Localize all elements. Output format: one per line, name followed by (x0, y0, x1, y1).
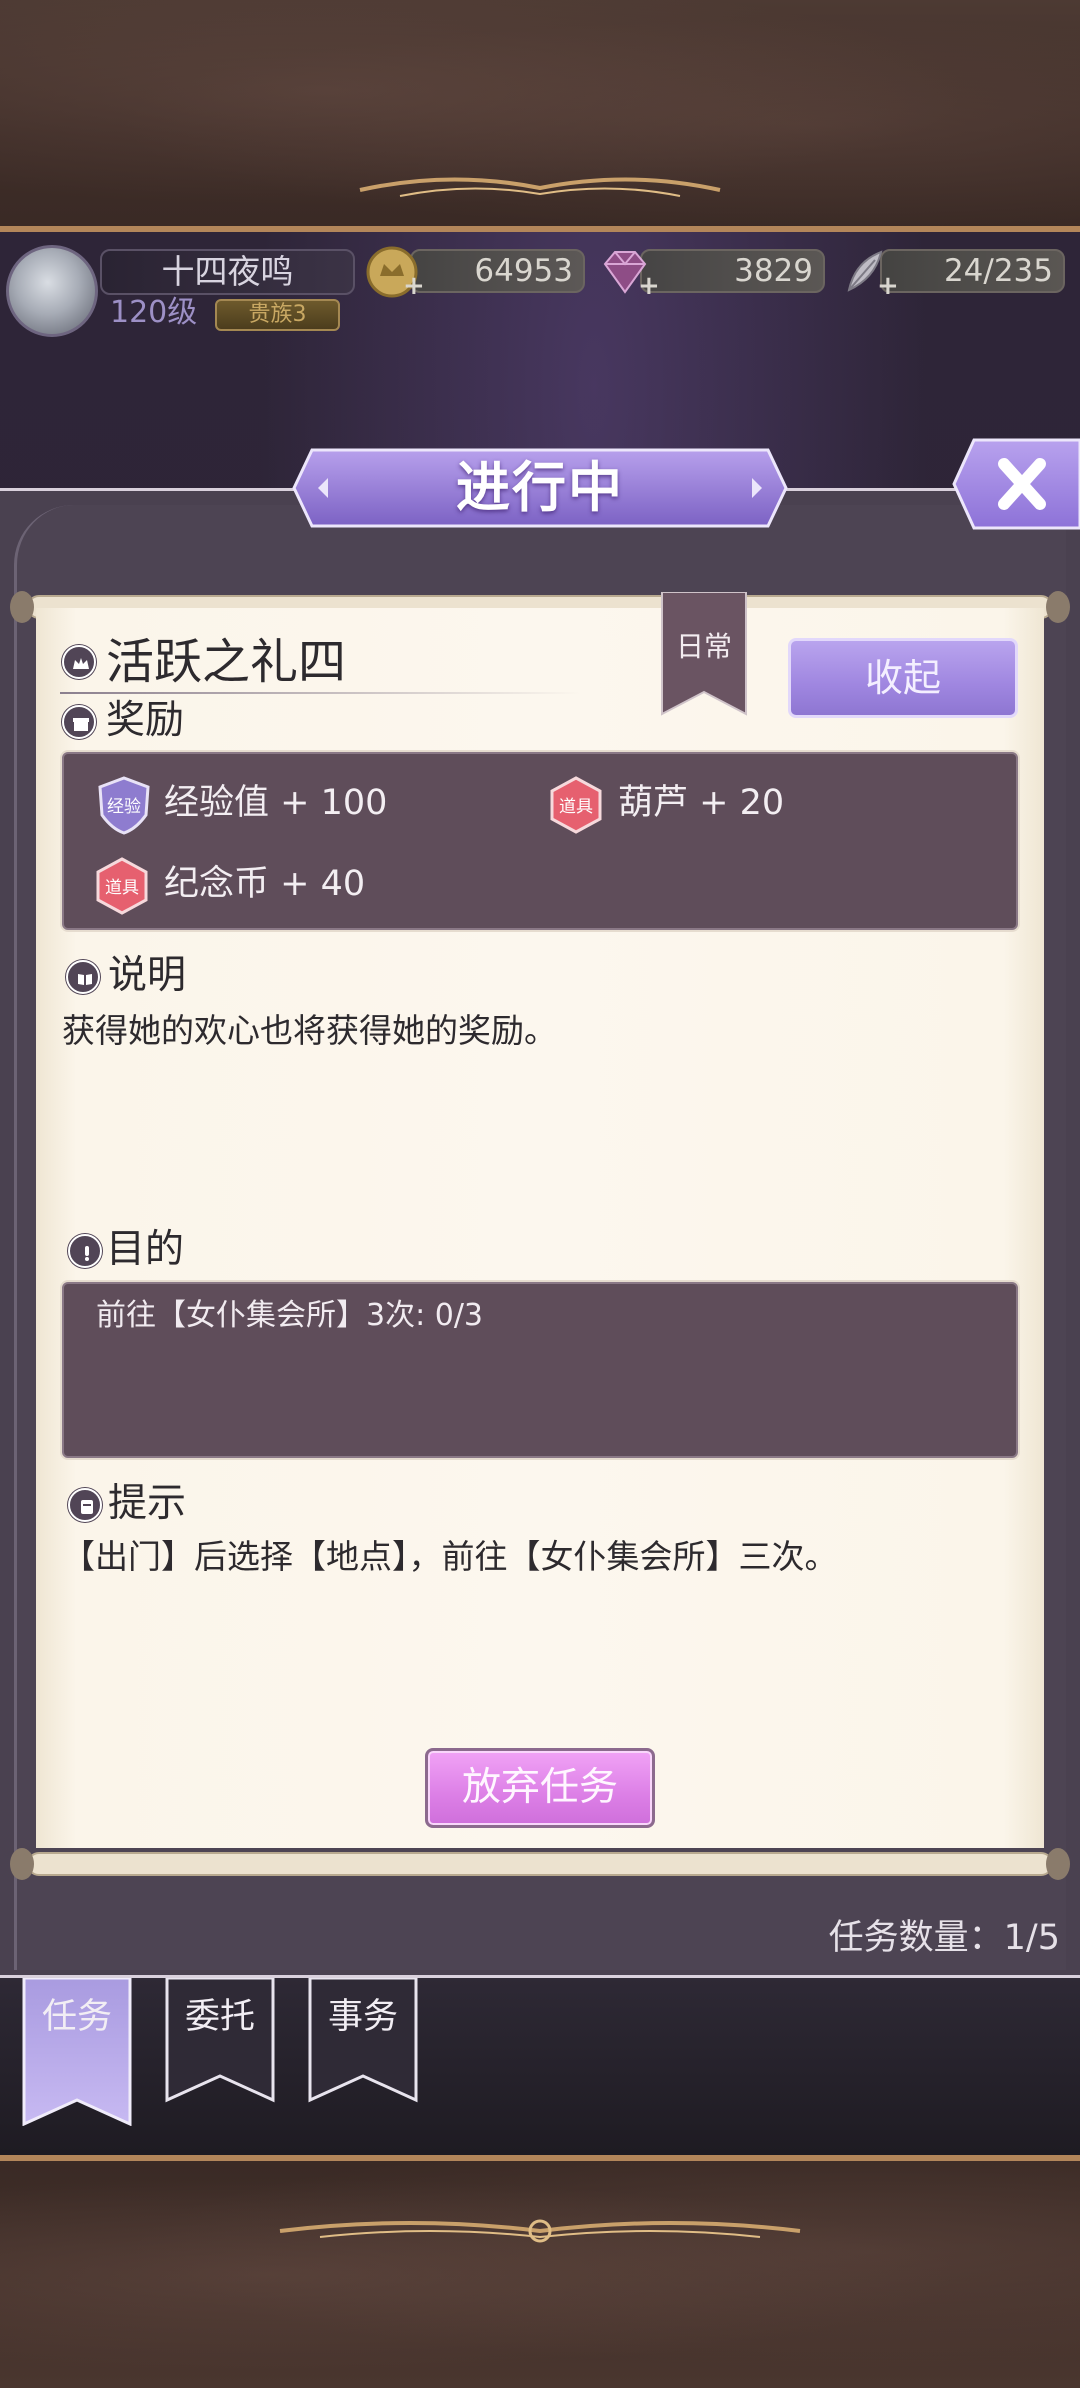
rewards-heading: 奖励 (106, 698, 185, 743)
player-avatar[interactable] (6, 245, 98, 337)
dialog-title: 进行中 (456, 456, 624, 519)
gold-counter: 64953 (410, 249, 585, 293)
quest-name: 活跃之礼四 (106, 634, 347, 690)
abandon-quest-button[interactable]: 放弃任务 (425, 1748, 655, 1828)
tab-bar (0, 1978, 1080, 2155)
top-ornate-frame (0, 0, 1080, 232)
daily-tag-label: 日常 (675, 630, 732, 663)
tab-quests-label: 任务 (41, 1997, 112, 2037)
quest-name-underline (60, 692, 580, 694)
tab-commissions-label: 委托 (184, 1997, 255, 2037)
player-name: 十四夜鸣 (100, 249, 355, 295)
svg-text:道具: 道具 (105, 878, 139, 898)
tab-affairs-label: 事务 (327, 1997, 398, 2037)
add-stamina-icon[interactable]: + (877, 271, 899, 301)
description-heading: 说明 (108, 953, 187, 998)
collapse-button[interactable]: 收起 (788, 638, 1018, 718)
exclamation-icon (68, 1234, 102, 1268)
add-gold-icon[interactable]: + (403, 271, 425, 301)
reward-exp: 经验值 + 100 (164, 783, 388, 823)
book-icon (66, 960, 100, 994)
top-ornament (359, 177, 721, 197)
item-badge-icon: 道具 (550, 776, 602, 834)
item-badge-icon: 道具 (96, 857, 148, 915)
description-text: 获得她的欢心也将获得她的奖励。 (62, 1011, 557, 1050)
note-icon (68, 1488, 102, 1522)
player-rank-badge: 贵族3 (215, 299, 340, 331)
bottom-ornate-frame (0, 2155, 1080, 2388)
stamina-counter: 24/235 (880, 249, 1065, 293)
player-level: 120级 (110, 295, 198, 330)
exp-badge-icon: 经验 (98, 776, 150, 835)
add-gem-icon[interactable]: + (638, 271, 660, 301)
hint-text: 【出门】后选择【地点】，前往【女仆集会所】三次。 (62, 1537, 838, 1576)
hint-heading: 提示 (108, 1481, 187, 1526)
scroll-bottom-rod (10, 1848, 1070, 1880)
svg-text:经验: 经验 (107, 797, 141, 817)
close-button[interactable] (952, 438, 1080, 530)
gem-counter: 3829 (640, 249, 825, 293)
objective-heading: 目的 (106, 1227, 185, 1272)
reward-gourd: 葫芦 + 20 (618, 783, 785, 823)
reward-icon (62, 705, 96, 739)
objective-text: 前往【女仆集会所】3次: 0/3 (96, 1298, 484, 1333)
bottom-ornament (279, 2219, 801, 2243)
reward-coin: 纪念币 + 40 (164, 864, 366, 904)
svg-text:道具: 道具 (559, 797, 593, 817)
crown-icon (62, 645, 96, 679)
quest-count: 任务数量：1/5 (828, 1918, 1060, 1958)
